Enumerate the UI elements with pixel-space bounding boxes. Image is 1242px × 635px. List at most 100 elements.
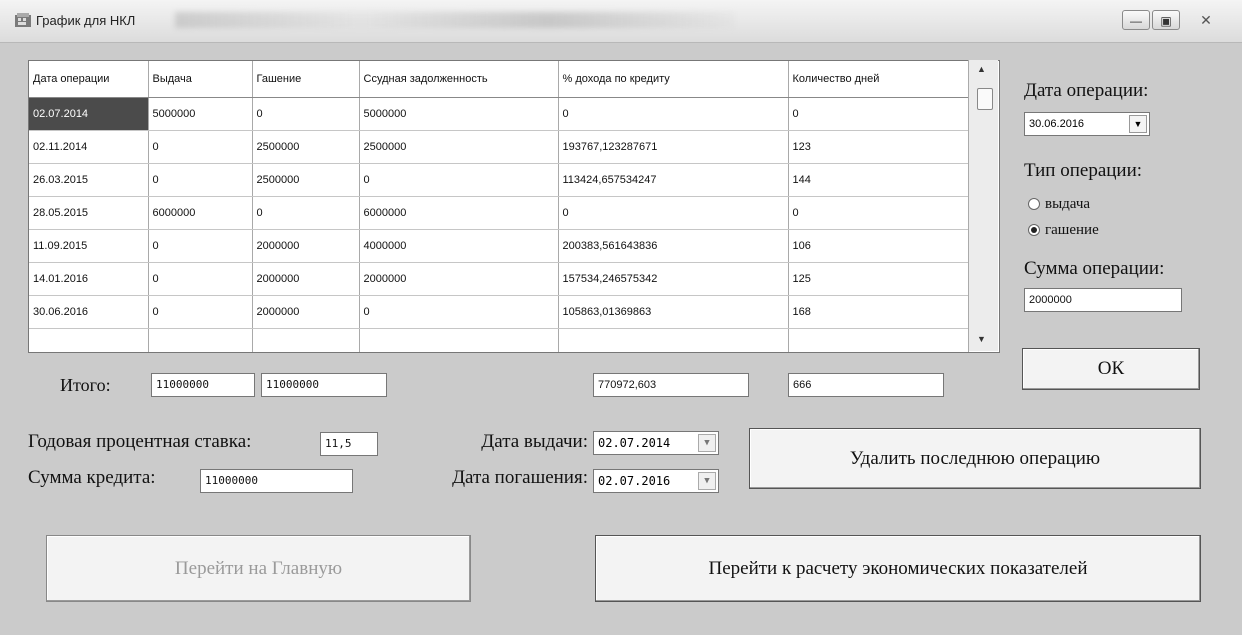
table-cell[interactable] (252, 328, 360, 352)
radio-button-issue[interactable] (1028, 197, 1040, 210)
maximize-button[interactable]: ▣ (1152, 10, 1180, 30)
table-cell[interactable]: 157534,246575342 (558, 262, 789, 296)
table-cell[interactable]: 0 (558, 97, 789, 131)
table-row[interactable]: 02.07.2014 5000000 0 5000000 0 0 (29, 97, 969, 131)
credit-sum-label: Сумма кредита: (28, 467, 156, 488)
table-cell-selected[interactable]: 02.07.2014 (29, 97, 149, 131)
window-title: График для НКЛ (36, 13, 136, 28)
ok-button[interactable]: ОК (1022, 348, 1200, 390)
table-cell[interactable] (788, 328, 969, 352)
table-cell[interactable] (359, 328, 559, 352)
table-cell[interactable]: 2000000 (252, 262, 360, 296)
column-header[interactable]: Выдача (148, 61, 253, 98)
table-cell[interactable]: 2000000 (252, 229, 360, 263)
table-cell[interactable]: 0 (788, 97, 969, 131)
table-row[interactable]: 28.05.2015 6000000 0 6000000 0 0 (29, 196, 969, 230)
table-row[interactable]: 26.03.2015 0 2500000 0 113424,657534247 … (29, 163, 969, 197)
table-row-new[interactable] (29, 328, 969, 352)
table-cell[interactable]: 0 (252, 196, 360, 230)
table-cell[interactable]: 106 (788, 229, 969, 263)
credit-sum-input[interactable]: 11000000 (200, 469, 353, 493)
chevron-down-icon[interactable]: ▼ (698, 434, 716, 452)
title-bar[interactable]: График для НКЛ — ▣ ✕ (0, 0, 1242, 43)
table-cell[interactable]: 5000000 (359, 97, 559, 131)
annual-rate-input[interactable]: 11,5 (320, 432, 378, 456)
issue-date-label: Дата выдачи: (481, 431, 588, 452)
table-cell[interactable]: 2500000 (252, 163, 360, 197)
table-cell[interactable]: 5000000 (148, 97, 253, 131)
operation-sum-label: Сумма операции: (1024, 258, 1165, 279)
chevron-down-icon[interactable]: ▼ (1129, 115, 1147, 133)
table-row[interactable]: 30.06.2016 0 2000000 0 105863,01369863 1… (29, 295, 969, 329)
title-bar-decoration (175, 12, 735, 28)
column-header[interactable]: Гашение (252, 61, 360, 98)
scroll-down-icon[interactable]: ▼ (977, 334, 986, 344)
table-cell[interactable]: 28.05.2015 (29, 196, 149, 230)
table-cell[interactable]: 2500000 (359, 130, 559, 164)
table-cell[interactable]: 6000000 (359, 196, 559, 230)
table-row[interactable]: 14.01.2016 0 2000000 2000000 157534,2465… (29, 262, 969, 296)
table-cell[interactable]: 14.01.2016 (29, 262, 149, 296)
scrollbar-thumb[interactable] (977, 88, 993, 110)
table-cell[interactable]: 2500000 (252, 130, 360, 164)
table-cell[interactable]: 0 (788, 196, 969, 230)
table-cell[interactable]: 0 (148, 262, 253, 296)
table-cell[interactable] (148, 328, 253, 352)
table-cell[interactable]: 2000000 (359, 262, 559, 296)
radio-button-repay-selected[interactable] (1028, 223, 1040, 236)
table-cell[interactable]: 0 (148, 229, 253, 263)
table-row[interactable]: 02.11.2014 0 2500000 2500000 193767,1232… (29, 130, 969, 164)
operations-table: Дата операции Выдача Гашение Ссудная зад… (29, 61, 969, 352)
total-repay-field: 11000000 (261, 373, 387, 397)
table-cell[interactable]: 0 (252, 97, 360, 131)
table-cell[interactable]: 30.06.2016 (29, 295, 149, 329)
scroll-up-icon[interactable]: ▲ (977, 64, 986, 74)
table-cell[interactable]: 0 (148, 163, 253, 197)
table-cell[interactable]: 0 (359, 163, 559, 197)
table-cell[interactable]: 125 (788, 262, 969, 296)
table-cell[interactable]: 26.03.2015 (29, 163, 149, 197)
table-cell[interactable]: 11.09.2015 (29, 229, 149, 263)
delete-last-operation-button[interactable]: Удалить последнюю операцию (749, 428, 1201, 489)
table-cell[interactable]: 0 (148, 130, 253, 164)
table-cell[interactable]: 6000000 (148, 196, 253, 230)
totals-label: Итого: (60, 375, 111, 395)
operation-date-label: Дата операции: (1024, 80, 1149, 101)
operation-date-picker[interactable]: 30.06.2016 ▼ (1024, 112, 1150, 136)
column-header[interactable]: Дата операции (29, 61, 149, 98)
table-cell[interactable] (558, 328, 789, 352)
table-cell[interactable]: 144 (788, 163, 969, 197)
issue-date-picker[interactable]: 02.07.2014 ▼ (593, 431, 719, 455)
radio-issue[interactable]: выдача (1028, 196, 1090, 213)
table-cell[interactable]: 0 (558, 196, 789, 230)
main-window: График для НКЛ — ▣ ✕ Дата операции Выдач… (0, 0, 1242, 635)
go-to-main-button[interactable]: Перейти на Главную (46, 535, 471, 602)
table-cell[interactable]: 0 (148, 295, 253, 329)
table-cell[interactable] (29, 328, 149, 352)
issue-date-value: 02.07.2014 (598, 436, 671, 450)
table-cell[interactable]: 193767,123287671 (558, 130, 789, 164)
table-row[interactable]: 11.09.2015 0 2000000 4000000 200383,5616… (29, 229, 969, 263)
table-cell[interactable]: 4000000 (359, 229, 559, 263)
total-income-field: 770972,603 (593, 373, 749, 397)
column-header[interactable]: % дохода по кредиту (558, 61, 789, 98)
radio-repay[interactable]: гашение (1028, 222, 1099, 239)
table-cell[interactable]: 113424,657534247 (558, 163, 789, 197)
column-header[interactable]: Ссудная задолженность (359, 61, 559, 98)
table-cell[interactable]: 02.11.2014 (29, 130, 149, 164)
table-cell[interactable]: 105863,01369863 (558, 295, 789, 329)
chevron-down-icon[interactable]: ▼ (698, 472, 716, 490)
operation-sum-input[interactable]: 2000000 (1024, 288, 1182, 312)
go-to-economics-button[interactable]: Перейти к расчету экономических показате… (595, 535, 1201, 602)
table-cell[interactable]: 200383,561643836 (558, 229, 789, 263)
table-cell[interactable]: 168 (788, 295, 969, 329)
repay-date-picker[interactable]: 02.07.2016 ▼ (593, 469, 719, 493)
table-cell[interactable]: 2000000 (252, 295, 360, 329)
minimize-button[interactable]: — (1122, 10, 1150, 30)
operations-grid[interactable]: Дата операции Выдача Гашение Ссудная зад… (28, 60, 1000, 353)
grid-vertical-scrollbar[interactable]: ▲ ▼ (968, 60, 998, 351)
table-cell[interactable]: 0 (359, 295, 559, 329)
table-cell[interactable]: 123 (788, 130, 969, 164)
close-button[interactable]: ✕ (1186, 10, 1226, 30)
column-header[interactable]: Количество дней (788, 61, 969, 98)
